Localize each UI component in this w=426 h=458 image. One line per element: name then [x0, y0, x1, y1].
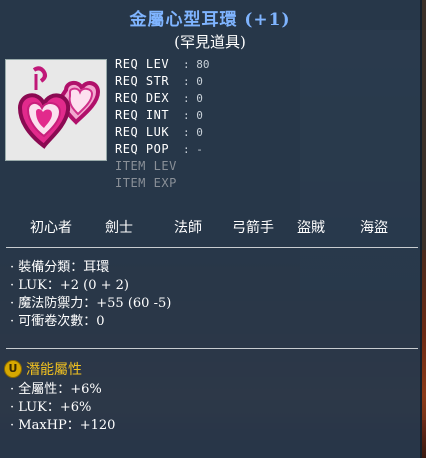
job-thief: 盜賊 [297, 220, 325, 236]
req-luk: REQ LUK: 0 [115, 125, 203, 139]
divider-potential [6, 348, 418, 349]
potential-title: 潛能屬性 [26, 361, 82, 378]
pink-heart-earring-icon [17, 66, 101, 149]
job-pirate: 海盜 [360, 220, 388, 236]
divider-top [6, 247, 418, 248]
stat-magic-defense: · 魔法防禦力：+55 (60 -5) [10, 296, 172, 311]
stat-upgrade-slots: · 可衝卷次數：0 [10, 314, 105, 329]
item-tooltip: 金屬心型耳環 (+1) (罕見道具) REQ LEV: 80 REQ STR: … [0, 0, 422, 458]
job-warrior: 劍士 [105, 220, 133, 236]
potential-line: · MaxHP：+120 [10, 418, 116, 433]
req-str: REQ STR: 0 [115, 74, 203, 88]
item-level: ITEM LEV [115, 159, 177, 173]
job-magician: 法師 [174, 220, 202, 236]
req-level: REQ LEV: 80 [115, 57, 210, 71]
potential-stats: · 全屬性：+6% · LUK：+6% · MaxHP：+120 [10, 381, 115, 435]
requirements-list: REQ LEV: 80 REQ STR: 0 REQ DEX: 0 REQ IN… [115, 56, 210, 192]
stat-luk: · LUK：+2 (0 + 2) [10, 278, 129, 293]
job-beginner: 初心者 [30, 220, 72, 236]
item-name: 金屬心型耳環 (+1) [129, 10, 291, 30]
item-icon-frame [5, 59, 107, 161]
stat-equip-type: · 裝備分類：耳環 [10, 260, 110, 275]
potential-rank-icon: U [4, 359, 22, 378]
req-pop: REQ POP: - [115, 142, 203, 156]
item-exp: ITEM EXP [115, 176, 177, 190]
req-dex: REQ DEX: 0 [115, 91, 203, 105]
item-rarity: (罕見道具) [174, 33, 246, 51]
potential-line: · LUK：+6% [10, 400, 92, 415]
potential-header: U 潛能屬性 [4, 358, 82, 378]
potential-line: · 全屬性：+6% [10, 382, 102, 397]
job-bowman: 弓箭手 [232, 220, 274, 236]
req-int: REQ INT: 0 [115, 108, 203, 122]
job-list: 初心者 劍士 法師 弓箭手 盜賊 海盜 [0, 217, 420, 237]
item-stats: · 裝備分類：耳環 · LUK：+2 (0 + 2) · 魔法防禦力：+55 (… [10, 259, 171, 331]
